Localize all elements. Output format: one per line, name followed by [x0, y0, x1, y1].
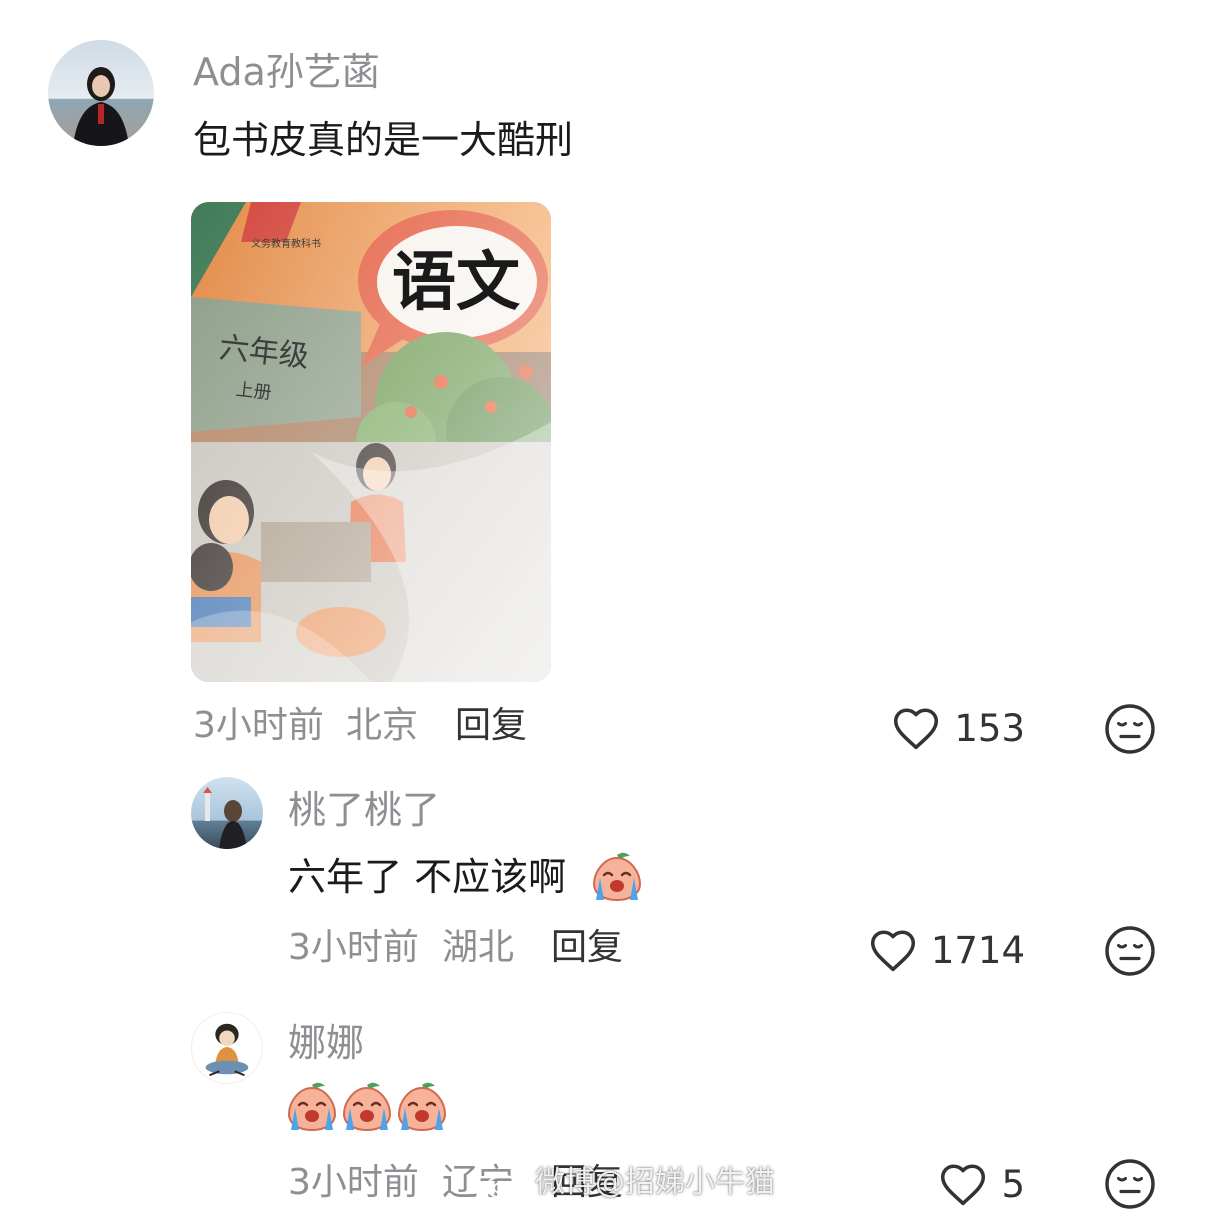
- comment-time: 3小时前: [288, 1162, 419, 1203]
- weibo-watermark: 微博@招娣小牛猫: [485, 1165, 775, 1201]
- crying-peach-emoji: [590, 850, 644, 904]
- like-button[interactable]: 153: [890, 704, 1025, 752]
- commenter-username[interactable]: 娜娜: [288, 1024, 364, 1062]
- watermark-text: 微博@招娣小牛猫: [535, 1165, 775, 1200]
- reply-button[interactable]: 回复: [455, 708, 527, 744]
- heart-outline-icon: [894, 708, 939, 750]
- crying-peach-emoji: [287, 1082, 337, 1132]
- comment-text: 包书皮真的是一大酷刑: [193, 118, 574, 162]
- comment-time: 3小时前: [288, 927, 419, 968]
- commenter-avatar[interactable]: [191, 1012, 263, 1084]
- book-publisher-text: 义务教育教科书: [251, 237, 321, 250]
- heart-outline-icon: [941, 1164, 986, 1206]
- comment-location: 湖北: [442, 927, 515, 968]
- like-button[interactable]: 1714: [867, 926, 1025, 974]
- dislike-button[interactable]: [1104, 925, 1156, 977]
- like-button[interactable]: 5: [937, 1160, 1025, 1208]
- commenter-username[interactable]: 桃了桃了: [288, 791, 440, 829]
- comment-location: 北京: [346, 705, 419, 746]
- dislike-button[interactable]: [1104, 1158, 1156, 1210]
- neutral-face-icon: [1105, 704, 1155, 754]
- comment-time: 3小时前: [193, 705, 324, 746]
- comment-image[interactable]: 语文 六年级 上册 义务教育教科书: [191, 202, 551, 682]
- weibo-logo-icon: [485, 1169, 527, 1200]
- crying-peach-emoji: [342, 1082, 392, 1132]
- comment-emoji-row: [285, 1080, 455, 1136]
- like-count: 1714: [930, 928, 1025, 972]
- dislike-button[interactable]: [1104, 703, 1156, 755]
- like-count: 153: [954, 706, 1025, 750]
- neutral-face-icon: [1105, 1159, 1155, 1209]
- crying-peach-emoji: [397, 1082, 447, 1132]
- reply-button[interactable]: 回复: [551, 930, 623, 966]
- book-volume-text: 上册: [235, 379, 273, 404]
- heart-outline-icon: [870, 930, 915, 972]
- commenter-avatar[interactable]: [48, 40, 154, 146]
- commenter-avatar[interactable]: [191, 777, 263, 849]
- comment-text: 六年了 不应该啊: [288, 855, 567, 899]
- like-count: 5: [1001, 1162, 1025, 1206]
- neutral-face-icon: [1105, 926, 1155, 976]
- book-title-text: 语文: [392, 245, 520, 320]
- commenter-username[interactable]: Ada孙艺菡: [193, 53, 380, 91]
